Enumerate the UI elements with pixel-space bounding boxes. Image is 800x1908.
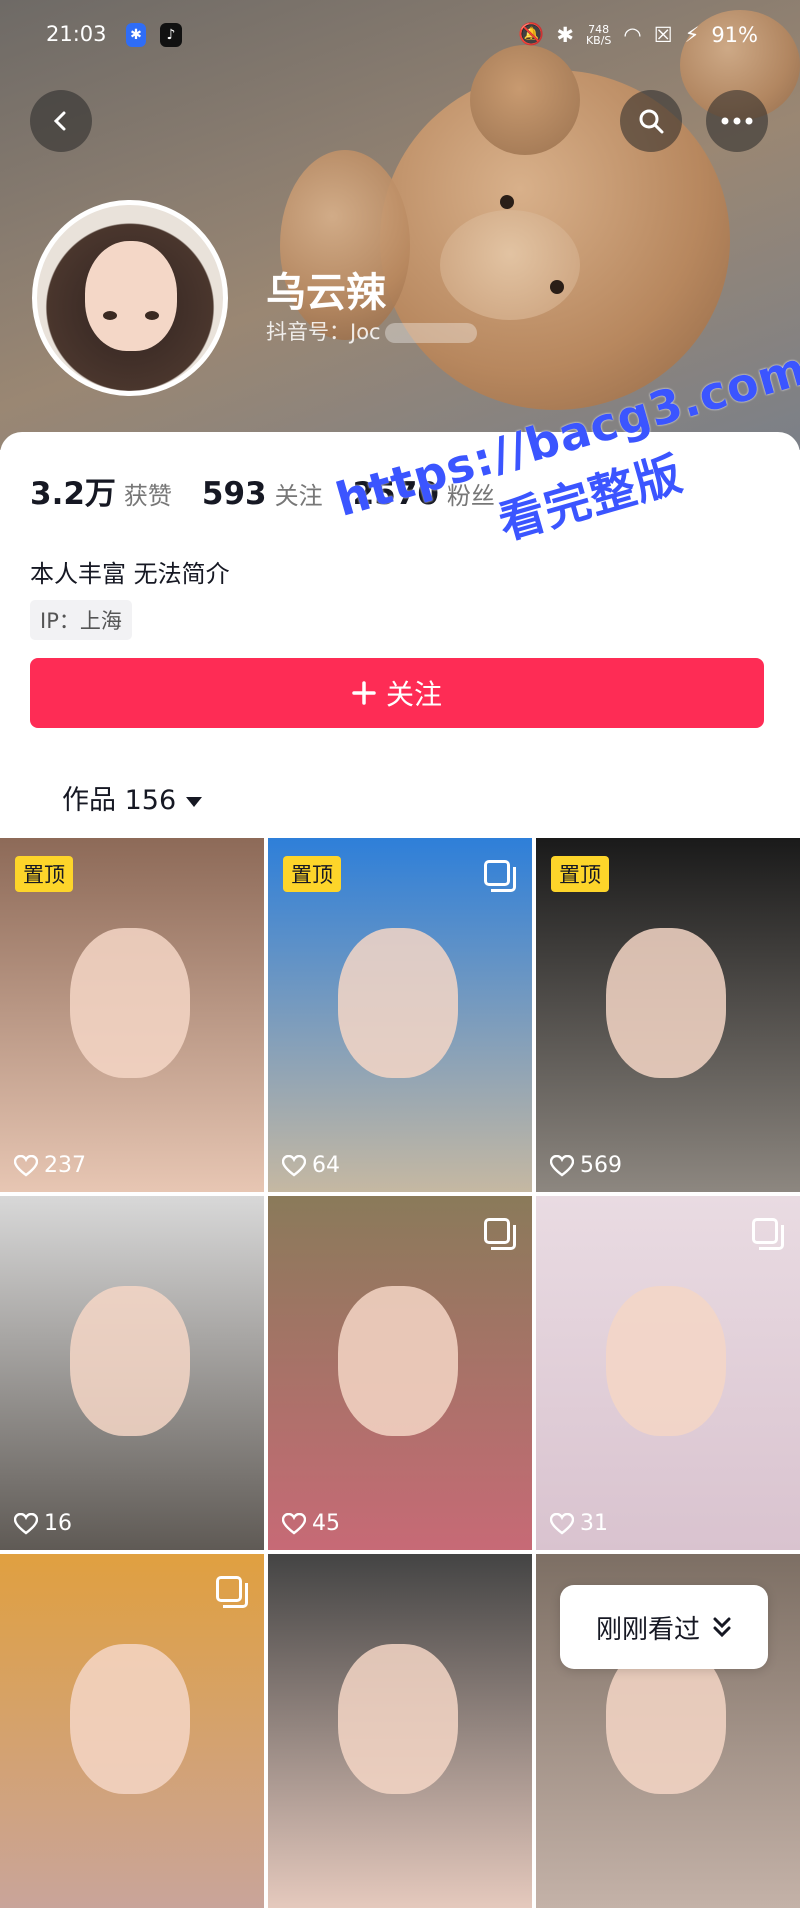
like-count-value: 569 bbox=[580, 1153, 622, 1178]
pinned-badge: 置顶 bbox=[15, 856, 73, 892]
recently-viewed-label: 刚刚看过 bbox=[595, 1614, 700, 1645]
status-right: 🔕 ✱ 748 KB/S ◠ ☒ ⚡ 91% bbox=[518, 22, 758, 47]
blurred-region bbox=[384, 323, 477, 343]
more-icon bbox=[721, 117, 753, 125]
multi-image-icon bbox=[484, 860, 516, 892]
heart-icon bbox=[282, 1154, 306, 1177]
like-count-value: 45 bbox=[312, 1511, 340, 1536]
douyin-id-label: 抖音号： bbox=[266, 320, 350, 344]
stat-value: 593 bbox=[201, 476, 267, 512]
video-thumbnail[interactable]: 置顶 237 bbox=[0, 838, 264, 1192]
tab-works-label: 作品 156 bbox=[62, 785, 177, 816]
multi-image-icon bbox=[216, 1576, 248, 1608]
video-thumbnail[interactable]: 16 bbox=[0, 1196, 264, 1550]
avatar-face bbox=[85, 241, 177, 351]
thumbnail-figure bbox=[606, 928, 726, 1078]
stat-label: 关注 bbox=[274, 482, 323, 510]
like-count: 64 bbox=[282, 1153, 340, 1178]
like-count: 31 bbox=[550, 1511, 608, 1536]
thumbnail-figure bbox=[70, 1644, 190, 1794]
video-thumbnail[interactable]: 置顶 569 bbox=[536, 838, 800, 1192]
teddy-bear-ear bbox=[470, 45, 580, 155]
status-bar: 21:03 ✱ ♪ 🔕 ✱ 748 KB/S ◠ ☒ ⚡ 91% bbox=[0, 18, 800, 54]
follow-label: 关注 bbox=[385, 678, 442, 711]
wifi-icon: ◠ bbox=[623, 22, 642, 47]
like-count: 237 bbox=[14, 1153, 86, 1178]
bluetooth-app-icon: ✱ bbox=[126, 23, 146, 47]
video-thumbnail[interactable]: 45 bbox=[268, 1196, 532, 1550]
video-grid: 置顶 237 置顶 64 置顶 569 16 45 31 bbox=[0, 838, 800, 1908]
nickname: 乌云辣 bbox=[266, 270, 386, 316]
bluetooth-icon: ✱ bbox=[556, 22, 574, 47]
stat-likes[interactable]: 3.2万 获赞 bbox=[30, 468, 172, 513]
sim-icon: ☒ bbox=[653, 22, 673, 47]
teddy-bear-eye bbox=[550, 280, 564, 294]
plus-icon bbox=[352, 681, 376, 705]
thumbnail-figure bbox=[338, 1286, 458, 1436]
pinned-badge: 置顶 bbox=[283, 856, 341, 892]
avatar[interactable] bbox=[32, 200, 228, 396]
net-speed-unit: KB/S bbox=[585, 33, 612, 47]
teddy-bear-eye bbox=[500, 195, 514, 209]
back-button[interactable] bbox=[30, 90, 92, 152]
recently-viewed-button[interactable]: 刚刚看过 bbox=[560, 1585, 768, 1669]
mute-icon: 🔕 bbox=[518, 22, 545, 46]
double-chevron-down-icon bbox=[713, 1617, 731, 1638]
douyin-id-value: Joc bbox=[350, 320, 381, 344]
status-time: 21:03 bbox=[46, 22, 107, 46]
heart-icon bbox=[550, 1512, 574, 1535]
stat-label: 获赞 bbox=[123, 482, 172, 510]
video-thumbnail[interactable] bbox=[268, 1554, 532, 1908]
follow-button[interactable]: 关注 bbox=[30, 658, 764, 728]
heart-icon bbox=[282, 1512, 306, 1535]
video-thumbnail[interactable]: 31 bbox=[536, 1196, 800, 1550]
thumbnail-figure bbox=[338, 928, 458, 1078]
video-thumbnail[interactable]: 置顶 64 bbox=[268, 838, 532, 1192]
like-count: 45 bbox=[282, 1511, 340, 1536]
multi-image-icon bbox=[484, 1218, 516, 1250]
video-thumbnail[interactable] bbox=[0, 1554, 264, 1908]
charging-icon: ⚡ bbox=[684, 22, 700, 47]
like-count-value: 237 bbox=[44, 1153, 86, 1178]
heart-icon bbox=[550, 1154, 574, 1177]
stat-following[interactable]: 593 关注 bbox=[202, 476, 323, 512]
pinned-badge: 置顶 bbox=[551, 856, 609, 892]
stat-value: 3.2万 bbox=[30, 476, 116, 512]
like-count: 16 bbox=[14, 1511, 72, 1536]
heart-icon bbox=[14, 1154, 38, 1177]
tab-works[interactable]: 作品 156 bbox=[62, 778, 203, 817]
search-button[interactable] bbox=[620, 90, 682, 152]
thumbnail-figure bbox=[70, 1286, 190, 1436]
like-count-value: 16 bbox=[44, 1511, 72, 1536]
thumbnail-figure bbox=[70, 928, 190, 1078]
chevron-left-icon bbox=[53, 111, 66, 131]
like-count-value: 64 bbox=[312, 1153, 340, 1178]
teddy-bear-muzzle bbox=[440, 210, 580, 320]
multi-image-icon bbox=[752, 1218, 784, 1250]
battery-percent: 91% bbox=[711, 22, 758, 47]
ip-location-badge: IP：上海 bbox=[30, 600, 132, 640]
heart-icon bbox=[14, 1512, 38, 1535]
like-count: 569 bbox=[550, 1153, 622, 1178]
net-speed: 748 KB/S bbox=[586, 24, 611, 46]
more-button[interactable] bbox=[706, 90, 768, 152]
bio: 本人丰富 无法简介 bbox=[30, 560, 230, 588]
search-icon bbox=[639, 109, 664, 134]
avatar-eye bbox=[103, 311, 117, 320]
caret-down-icon bbox=[185, 797, 202, 807]
like-count-value: 31 bbox=[580, 1511, 608, 1536]
avatar-eye bbox=[145, 311, 159, 320]
douyin-id[interactable]: 抖音号：Joc bbox=[266, 316, 477, 346]
thumbnail-figure bbox=[338, 1644, 458, 1794]
thumbnail-figure bbox=[606, 1286, 726, 1436]
tiktok-app-icon: ♪ bbox=[160, 23, 182, 47]
